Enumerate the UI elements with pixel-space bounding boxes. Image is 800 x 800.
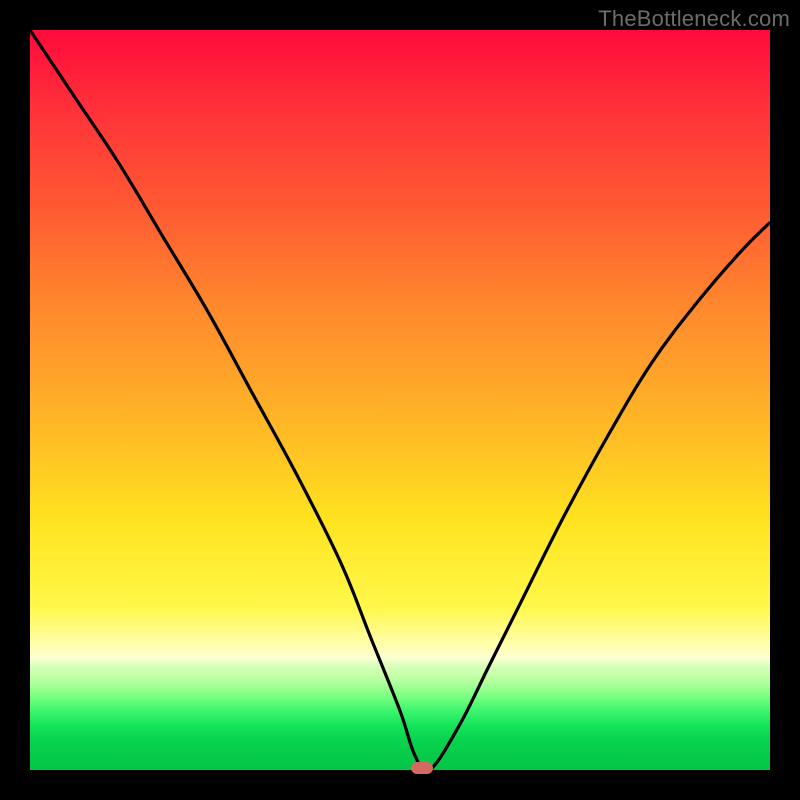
curve-path: [30, 30, 770, 772]
watermark-text: TheBottleneck.com: [598, 6, 790, 32]
chart-frame: TheBottleneck.com: [0, 0, 800, 800]
bottleneck-curve: [30, 30, 770, 770]
minimum-marker: [411, 762, 433, 774]
